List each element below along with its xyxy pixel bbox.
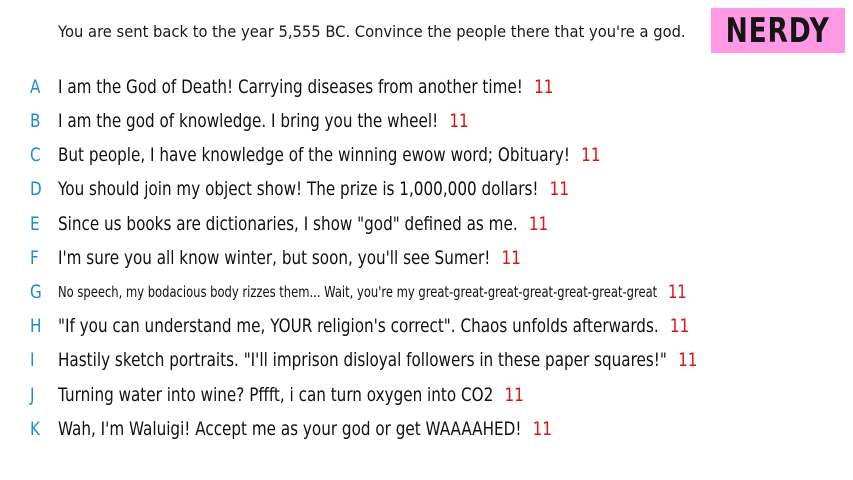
answer-letter: G <box>30 281 42 303</box>
answer-text: No speech, my bodacious body rizzes them… <box>58 283 658 301</box>
answer-letter: B <box>30 110 41 132</box>
answer-letter: J <box>30 384 35 406</box>
answer-text: Hastily sketch portraits. "I'll imprison… <box>58 349 667 371</box>
answer-text: I am the god of knowledge. I bring you t… <box>58 110 439 132</box>
answer-score: 11 <box>549 178 570 200</box>
answer-text: You should join my object show! The priz… <box>58 178 539 200</box>
answer-text: Wah, I'm Waluigi! Accept me as your god … <box>58 418 522 440</box>
answer-letter: E <box>30 213 40 235</box>
category-badge-label: NERDY <box>726 10 830 51</box>
answer-text: Since us books are dictionaries, I show … <box>58 213 518 235</box>
answer-score: 11 <box>532 418 552 440</box>
answer-score: 11 <box>504 384 524 406</box>
answer-letter: I <box>30 349 35 371</box>
answer-score: 11 <box>528 213 549 235</box>
answer-text: But people, I have knowledge of the winn… <box>58 144 570 166</box>
answer-letter: K <box>30 418 40 440</box>
answer-letter: A <box>30 76 41 98</box>
answer-score: 11 <box>678 349 698 371</box>
answer-score: 11 <box>501 247 521 269</box>
answer-score: 11 <box>667 281 687 303</box>
answer-text: "If you can understand me, YOUR religion… <box>58 315 659 337</box>
prompt-text: You are sent back to the year 5,555 BC. … <box>58 22 686 41</box>
answer-score: 11 <box>581 144 601 166</box>
answer-letter: C <box>30 144 41 166</box>
answer-letter: H <box>30 315 42 337</box>
answer-text: I am the God of Death! Carrying diseases… <box>58 76 523 98</box>
answer-score: 11 <box>449 110 469 132</box>
answer-text: Turning water into wine? Pffft, i can tu… <box>58 384 494 406</box>
category-badge: NERDY <box>711 8 845 53</box>
answer-text: I'm sure you all know winter, but soon, … <box>58 247 491 269</box>
answer-score: 11 <box>669 315 690 337</box>
answer-score: 11 <box>534 76 554 98</box>
answer-letter: F <box>30 247 39 269</box>
answer-letter: D <box>30 178 42 200</box>
